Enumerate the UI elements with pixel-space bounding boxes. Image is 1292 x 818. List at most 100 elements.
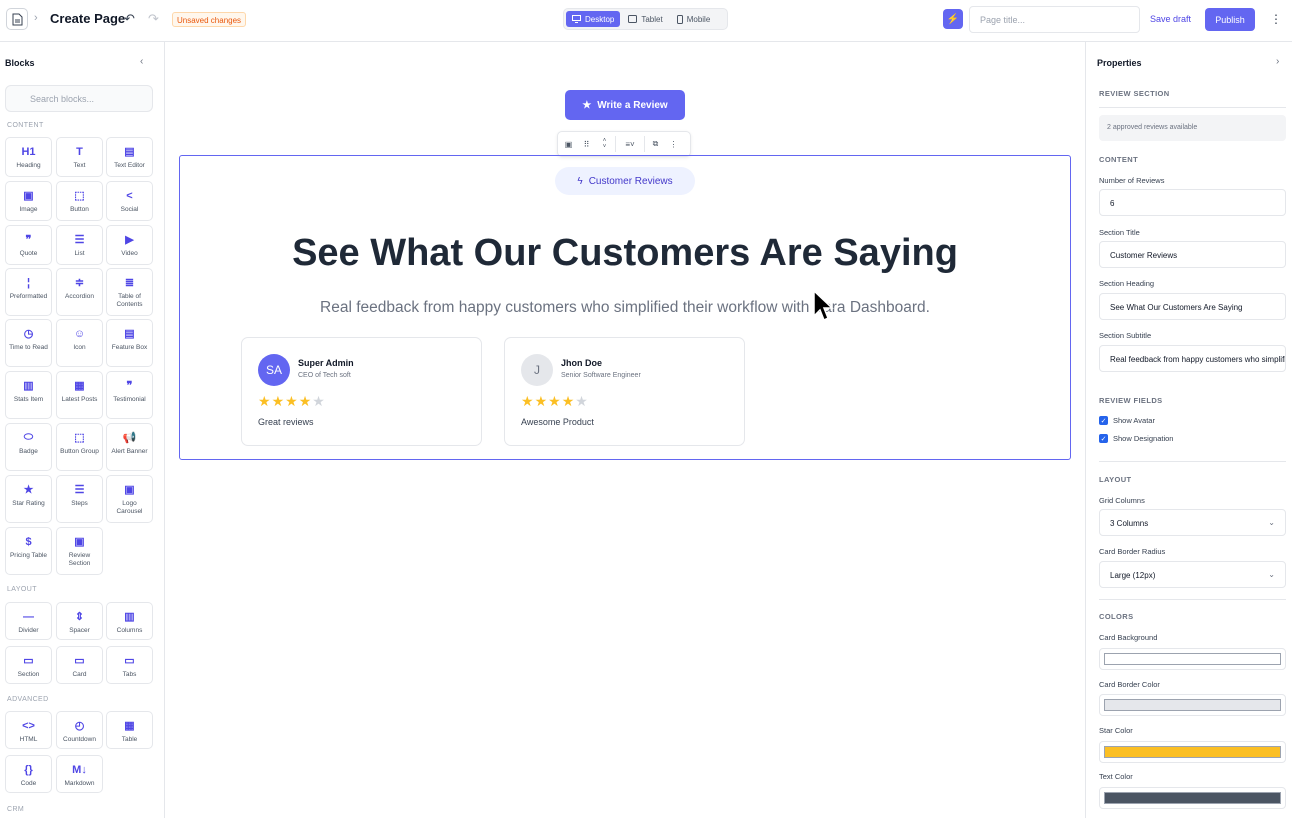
grid-columns-label: Grid Columns <box>1099 496 1145 505</box>
tabs-icon: ▭ <box>124 655 135 667</box>
block-tile-latest-posts[interactable]: ▦ Latest Posts <box>56 371 103 419</box>
card-border-color-picker[interactable] <box>1099 694 1286 716</box>
collapse-left-icon[interactable]: ‹ <box>140 56 143 67</box>
block-tile-social[interactable]: < Social <box>106 181 153 221</box>
code-icon: {} <box>24 763 33 776</box>
block-tile-steps[interactable]: ☰ Steps <box>56 475 103 523</box>
editor-canvas[interactable]: ★ Write a Review ▣ ⠿ ˄ ˅ ≡˅ ⧉ ⋮ ϟ Custome… <box>165 42 1085 818</box>
block-tile-section[interactable]: ▭ Section <box>5 646 52 684</box>
move-up-down-icon[interactable]: ˄ ˅ <box>597 137 612 152</box>
block-tile-quote[interactable]: ❞ Quote <box>5 225 52 265</box>
block-tile-image[interactable]: ▣ Image <box>5 181 52 221</box>
save-draft-button[interactable]: Save draft <box>1150 14 1191 24</box>
device-desktop-button[interactable]: Desktop <box>566 11 621 27</box>
show-avatar-label: Show Avatar <box>1113 416 1155 425</box>
block-tile-text-editor[interactable]: ▤ Text Editor <box>106 137 153 177</box>
block-tile-time-to-read[interactable]: ◷ Time to Read <box>5 319 52 367</box>
block-tile-columns[interactable]: ▥ Columns <box>106 602 153 640</box>
block-tile-list[interactable]: ☰ List <box>56 225 103 265</box>
grid-columns-select[interactable]: 3 Columns ⌄ <box>1099 509 1286 536</box>
block-tile-pricing-table[interactable]: $ Pricing Table <box>5 527 52 575</box>
star-filled-icon: ★ <box>534 393 548 409</box>
star-filled-icon: ★ <box>561 393 575 409</box>
block-tile-code[interactable]: {} Code <box>5 755 52 793</box>
duplicate-icon[interactable]: ⧉ <box>648 137 663 152</box>
block-tile-text[interactable]: T Text <box>56 137 103 177</box>
num-reviews-input[interactable]: 6 <box>1099 189 1286 216</box>
review-section-icon: ▣ <box>74 536 85 548</box>
block-tile-markdown[interactable]: M↓ Markdown <box>56 755 103 793</box>
button-group-icon: ⬚ <box>74 432 85 444</box>
more-block-options-icon[interactable]: ⋮ <box>666 137 681 152</box>
redo-icon[interactable]: ↷ <box>148 11 159 27</box>
block-tile-spacer[interactable]: ⇕ Spacer <box>56 602 103 640</box>
page-title-input[interactable]: Page title... <box>969 6 1140 33</box>
section-badge-label: Customer Reviews <box>588 175 673 187</box>
block-tile-badge[interactable]: ⬭ Badge <box>5 423 52 471</box>
block-tile-button-group[interactable]: ⬚ Button Group <box>56 423 103 471</box>
publish-button[interactable]: Publish <box>1205 8 1255 31</box>
collapse-right-icon[interactable]: › <box>1276 56 1279 67</box>
star-filled-icon: ★ <box>271 393 285 409</box>
card-bg-color-picker[interactable] <box>1099 648 1286 670</box>
block-tile-heading[interactable]: H1 Heading <box>5 137 52 177</box>
block-tile-tabs[interactable]: ▭ Tabs <box>106 646 153 684</box>
block-tile-label: Time to Read <box>9 344 48 351</box>
block-tile-accordion[interactable]: ≑ Accordion <box>56 268 103 316</box>
mobile-icon <box>676 14 683 24</box>
block-tile-icon[interactable]: ☺ Icon <box>56 319 103 367</box>
block-tile-stats-item[interactable]: ▥ Stats Item <box>5 371 52 419</box>
block-search-input[interactable]: Search blocks... <box>5 85 153 112</box>
document-icon[interactable] <box>6 8 28 30</box>
star-icon: ★ <box>582 99 592 111</box>
drag-handle-icon[interactable]: ⠿ <box>579 137 594 152</box>
colors-heading: COLORS <box>1099 612 1134 621</box>
chevron-right-icon: › <box>34 12 38 24</box>
text-color-picker[interactable] <box>1099 787 1286 809</box>
block-tile-label: Text <box>73 162 86 169</box>
block-tile-table-of-contents[interactable]: ≣ Table of Contents <box>106 268 153 316</box>
block-tile-feature-box[interactable]: ▤ Feature Box <box>106 319 153 367</box>
section-badge: ϟ Customer Reviews <box>555 167 695 195</box>
stats-item-icon: ▥ <box>23 380 34 392</box>
block-tile-video[interactable]: ▶ Video <box>106 225 153 265</box>
block-tile-testimonial[interactable]: ❞ Testimonial <box>106 371 153 419</box>
chevron-down-icon: ⌄ <box>1268 570 1275 579</box>
grid-columns-value: 3 Columns <box>1110 519 1149 528</box>
block-tile-review-section[interactable]: ▣ Review Section <box>56 527 103 575</box>
block-tile-label: Code <box>20 780 37 787</box>
text-editor-icon: ▤ <box>124 146 135 158</box>
block-tile-alert-banner[interactable]: 📢 Alert Banner <box>106 423 153 471</box>
section-heading-input[interactable]: See What Our Customers Are Saying <box>1099 293 1286 320</box>
markdown-icon: M↓ <box>72 763 87 776</box>
star-color-picker[interactable] <box>1099 741 1286 763</box>
approved-reviews-info: 2 approved reviews available <box>1099 115 1286 141</box>
undo-icon[interactable]: ↶ <box>124 11 135 27</box>
block-tile-card[interactable]: ▭ Card <box>56 646 103 684</box>
section-title-input[interactable]: Customer Reviews <box>1099 241 1286 268</box>
alert-banner-icon: 📢 <box>122 432 137 444</box>
block-type-icon[interactable]: ▣ <box>561 137 576 152</box>
block-tile-html[interactable]: <> HTML <box>5 711 52 749</box>
radius-select[interactable]: Large (12px) ⌄ <box>1099 561 1286 588</box>
device-mobile-button[interactable]: Mobile <box>671 11 717 27</box>
block-tile-star-rating[interactable]: ★ Star Rating <box>5 475 52 523</box>
more-options-icon[interactable]: ⋮ <box>1270 12 1282 26</box>
show-designation-checkbox[interactable]: ✓ Show Designation <box>1099 434 1173 443</box>
star-filled-icon: ★ <box>258 393 271 409</box>
write-review-button[interactable]: ★ Write a Review <box>565 90 685 120</box>
block-tile-button[interactable]: ⬚ Button <box>56 181 103 221</box>
block-tile-label: Badge <box>19 448 38 455</box>
block-tile-countdown[interactable]: ◴ Countdown <box>56 711 103 749</box>
align-icon[interactable]: ≡˅ <box>619 137 641 152</box>
block-tile-preformatted[interactable]: ¦ Preformatted <box>5 268 52 316</box>
block-tile-table[interactable]: ▦ Table <box>106 711 153 749</box>
block-tile-logo-carousel[interactable]: ▣ Logo Carousel <box>106 475 153 523</box>
block-tile-label: Countdown <box>63 736 96 743</box>
card-border-swatch <box>1104 699 1281 711</box>
ai-bolt-button[interactable]: ⚡ <box>943 9 963 29</box>
block-tile-divider[interactable]: — Divider <box>5 602 52 640</box>
section-subtitle-input[interactable]: Real feedback from happy customers who s… <box>1099 345 1286 372</box>
show-avatar-checkbox[interactable]: ✓ Show Avatar <box>1099 416 1155 425</box>
device-tablet-button[interactable]: Tablet <box>622 11 668 27</box>
